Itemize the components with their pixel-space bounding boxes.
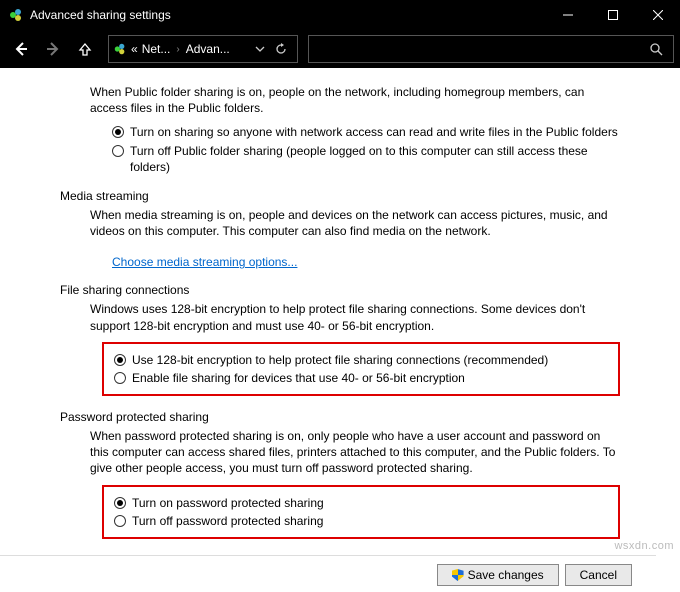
radio-icon xyxy=(112,126,124,138)
media-streaming-title: Media streaming xyxy=(60,189,650,203)
radio-label: Turn on sharing so anyone with network a… xyxy=(130,124,618,140)
password-sharing-desc: When password protected sharing is on, o… xyxy=(90,428,620,477)
cancel-button[interactable]: Cancel xyxy=(565,564,632,586)
up-button[interactable] xyxy=(70,34,100,64)
radio-icon xyxy=(114,372,126,384)
chevron-right-icon: › xyxy=(176,44,179,55)
radio-password-on[interactable]: Turn on password protected sharing xyxy=(114,495,608,511)
radio-public-off[interactable]: Turn off Public folder sharing (people l… xyxy=(112,143,620,175)
nav-bar: « Net... › Advan... xyxy=(0,30,680,68)
password-sharing-title: Password protected sharing xyxy=(60,410,650,424)
radio-label: Turn off password protected sharing xyxy=(132,513,323,529)
uac-shield-icon xyxy=(452,569,464,581)
file-sharing-desc: Windows uses 128-bit encryption to help … xyxy=(90,301,620,333)
media-streaming-desc: When media streaming is on, people and d… xyxy=(90,207,620,239)
control-panel-icon xyxy=(8,7,24,23)
radio-encrypt-4056[interactable]: Enable file sharing for devices that use… xyxy=(114,370,608,386)
close-button[interactable] xyxy=(635,0,680,30)
refresh-icon[interactable] xyxy=(275,43,287,55)
public-folder-options: Turn on sharing so anyone with network a… xyxy=(112,124,620,175)
file-sharing-title: File sharing connections xyxy=(60,283,650,297)
media-options-link[interactable]: Choose media streaming options... xyxy=(112,255,297,269)
button-label: Cancel xyxy=(580,568,617,582)
radio-encrypt-128[interactable]: Use 128-bit encryption to help protect f… xyxy=(114,352,608,368)
radio-label: Use 128-bit encryption to help protect f… xyxy=(132,352,548,368)
save-changes-button[interactable]: Save changes xyxy=(437,564,559,586)
watermark-text: wsxdn.com xyxy=(614,540,674,552)
radio-password-off[interactable]: Turn off password protected sharing xyxy=(114,513,608,529)
radio-label: Turn on password protected sharing xyxy=(132,495,324,511)
file-sharing-highlight: Use 128-bit encryption to help protect f… xyxy=(102,342,620,396)
chevron-down-icon[interactable] xyxy=(255,44,265,54)
control-panel-icon xyxy=(113,42,127,56)
password-sharing-highlight: Turn on password protected sharing Turn … xyxy=(102,485,620,539)
radio-label: Turn off Public folder sharing (people l… xyxy=(130,143,620,175)
title-bar: Advanced sharing settings xyxy=(0,0,680,30)
radio-icon xyxy=(114,354,126,366)
button-label: Save changes xyxy=(468,568,544,582)
footer-bar: Save changes Cancel xyxy=(0,555,656,586)
radio-public-on[interactable]: Turn on sharing so anyone with network a… xyxy=(112,124,620,140)
radio-icon xyxy=(114,515,126,527)
radio-label: Enable file sharing for devices that use… xyxy=(132,370,465,386)
window-title: Advanced sharing settings xyxy=(30,8,545,22)
maximize-button[interactable] xyxy=(590,0,635,30)
address-bar[interactable]: « Net... › Advan... xyxy=(108,35,298,63)
minimize-button[interactable] xyxy=(545,0,590,30)
search-box[interactable] xyxy=(308,35,674,63)
radio-icon xyxy=(114,497,126,509)
back-button[interactable] xyxy=(6,34,36,64)
breadcrumb-advanced[interactable]: Advan... xyxy=(186,42,230,56)
search-icon xyxy=(650,43,663,56)
breadcrumb-network[interactable]: Net... xyxy=(142,42,171,56)
radio-icon xyxy=(112,145,124,157)
public-folder-desc: When Public folder sharing is on, people… xyxy=(90,84,620,116)
content-pane: When Public folder sharing is on, people… xyxy=(0,68,680,548)
breadcrumb-prefix: « xyxy=(131,42,138,56)
forward-button[interactable] xyxy=(38,34,68,64)
